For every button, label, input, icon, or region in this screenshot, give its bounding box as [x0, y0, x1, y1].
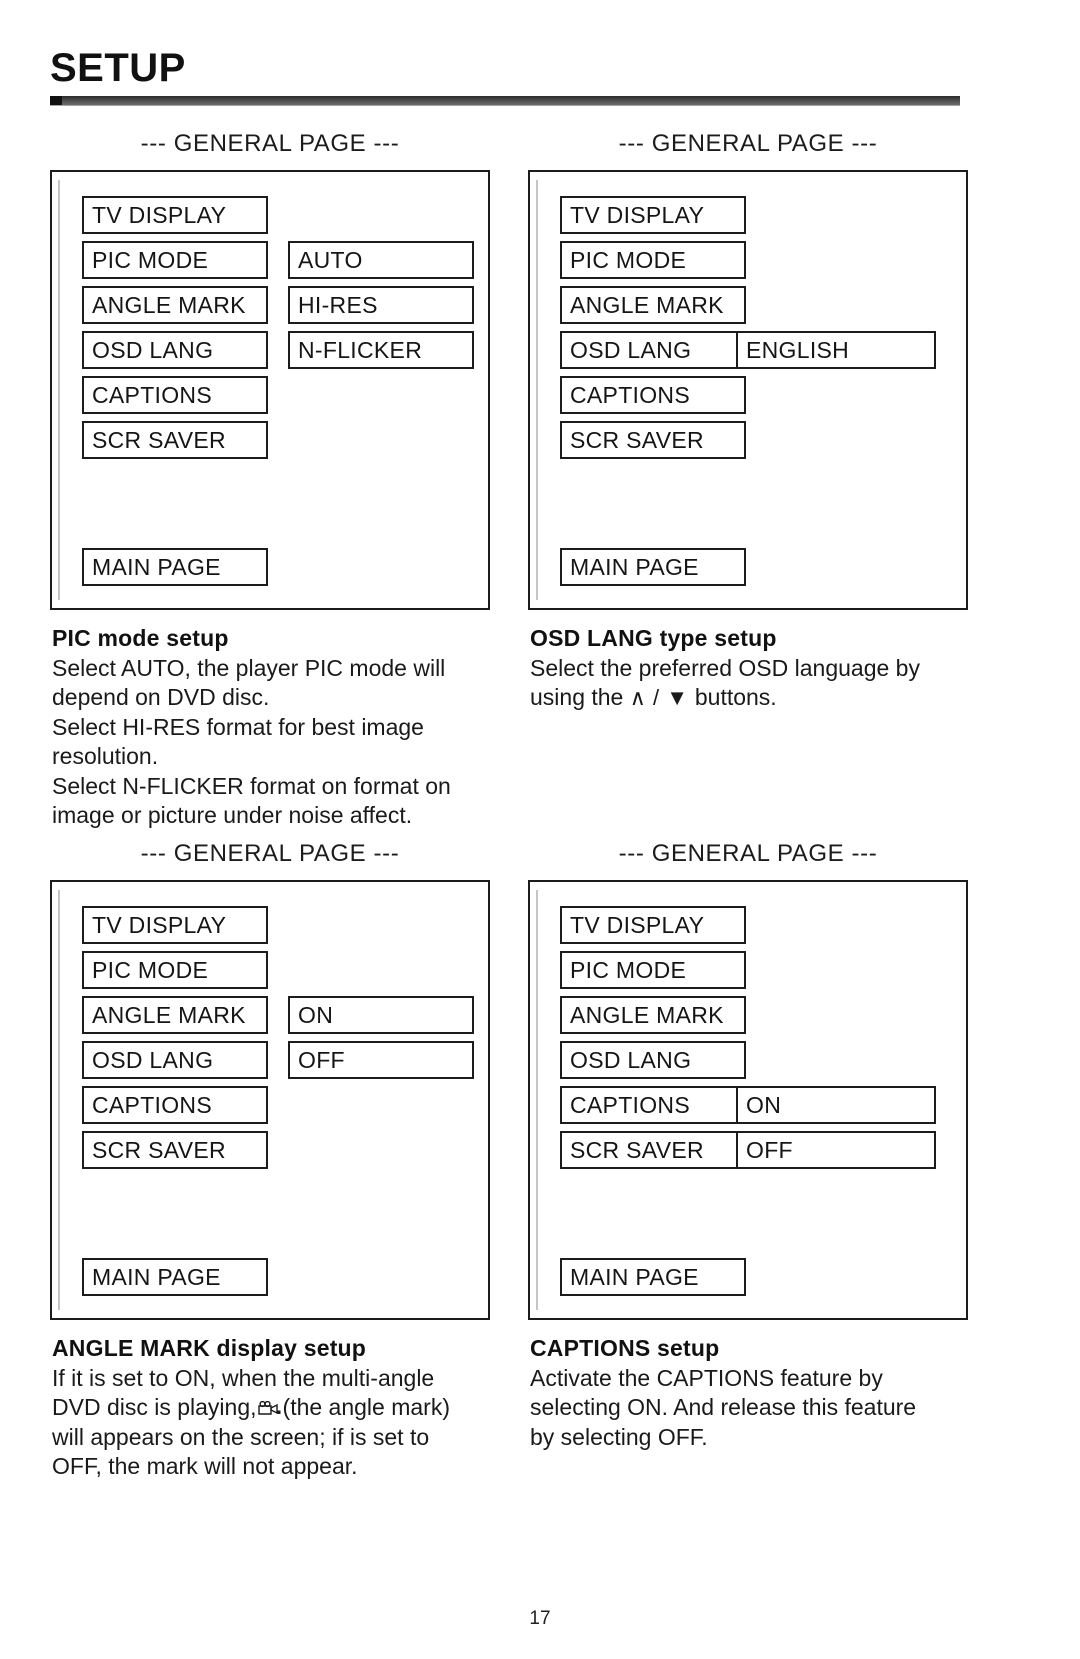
option-on[interactable]: ON	[736, 1086, 936, 1124]
menu-item-captions[interactable]: CAPTIONS	[82, 376, 268, 414]
option-on[interactable]: ON	[288, 996, 474, 1034]
menu-item-angle-mark[interactable]: ANGLE MARK	[82, 996, 268, 1034]
menu-item-pic-mode[interactable]: PIC MODE	[560, 241, 746, 279]
figure-pic-mode: --- GENERAL PAGE --- TV DISPLAY PIC MODE…	[50, 130, 490, 610]
option-off[interactable]: OFF	[288, 1041, 474, 1079]
description-line: resolution.	[52, 743, 159, 770]
description-title: OSD LANG type setup	[530, 625, 777, 651]
angle-mark-camera-icon	[257, 1395, 283, 1416]
osd-menu-list: TV DISPLAY PIC MODE ANGLE MARK OSD LANG …	[82, 196, 268, 459]
description-line: DVD disc is playing, (the angle mark)	[52, 1393, 492, 1422]
description-line: by selecting OFF.	[530, 1423, 708, 1450]
menu-item-tv-display[interactable]: TV DISPLAY	[82, 906, 268, 944]
main-page-button[interactable]: MAIN PAGE	[82, 1258, 268, 1296]
description-body: Activate the CAPTIONS feature by selecti…	[530, 1364, 970, 1452]
figure-caption: --- GENERAL PAGE ---	[618, 130, 878, 157]
description-line: Select the preferred OSD language by	[530, 655, 920, 681]
description-line: Select AUTO, the player PIC mode will	[52, 655, 446, 681]
figure-caption: --- GENERAL PAGE ---	[140, 130, 400, 157]
description-body: Select AUTO, the player PIC mode will de…	[52, 654, 492, 831]
figure-captions: --- GENERAL PAGE --- TV DISPLAY PIC MODE…	[528, 840, 968, 1320]
updown-arrow-icon: ∧ / ▼	[629, 685, 689, 711]
description-osd-lang: OSD LANG type setup Select the preferred…	[530, 625, 970, 713]
figure-caption: --- GENERAL PAGE ---	[140, 840, 400, 867]
description-captions: CAPTIONS setup Activate the CAPTIONS fea…	[530, 1335, 970, 1452]
description-line: image or picture under noise affect.	[52, 802, 413, 829]
main-page-button[interactable]: MAIN PAGE	[82, 548, 268, 586]
osd-menu-list: TV DISPLAY PIC MODE ANGLE MARK OSD LANG …	[82, 906, 268, 1169]
osd-option-list: AUTO HI-RES N-FLICKER	[288, 241, 474, 369]
page-number: 17	[529, 1608, 551, 1629]
option-english[interactable]: ENGLISH	[736, 331, 936, 369]
menu-item-angle-mark[interactable]: ANGLE MARK	[82, 286, 268, 324]
description-line: depend on DVD disc.	[52, 684, 270, 711]
main-page-button[interactable]: MAIN PAGE	[560, 548, 746, 586]
title-divider	[50, 96, 960, 105]
description-line: will appears on the screen; if is set to	[52, 1423, 430, 1450]
menu-item-pic-mode[interactable]: PIC MODE	[82, 241, 268, 279]
description-line: using the ∧ / ▼ buttons.	[530, 683, 970, 712]
description-line: If it is set to ON, when the multi-angle	[52, 1365, 435, 1391]
menu-item-captions[interactable]: CAPTIONS	[560, 376, 746, 414]
description-text: buttons.	[688, 684, 777, 711]
main-page-button[interactable]: MAIN PAGE	[560, 1258, 746, 1296]
menu-item-tv-display[interactable]: TV DISPLAY	[560, 196, 746, 234]
menu-item-scr-saver[interactable]: SCR SAVER	[560, 1131, 746, 1169]
menu-item-captions[interactable]: CAPTIONS	[82, 1086, 268, 1124]
menu-item-pic-mode[interactable]: PIC MODE	[560, 951, 746, 989]
option-auto[interactable]: AUTO	[288, 241, 474, 279]
menu-item-tv-display[interactable]: TV DISPLAY	[82, 196, 268, 234]
menu-item-captions[interactable]: CAPTIONS	[560, 1086, 746, 1124]
page-header: SETUP	[50, 46, 970, 105]
description-pic-mode: PIC mode setup Select AUTO, the player P…	[52, 625, 492, 831]
menu-item-osd-lang[interactable]: OSD LANG	[560, 1041, 746, 1079]
menu-item-scr-saver[interactable]: SCR SAVER	[560, 421, 746, 459]
menu-item-osd-lang[interactable]: OSD LANG	[560, 331, 746, 369]
menu-item-scr-saver[interactable]: SCR SAVER	[82, 421, 268, 459]
description-title: ANGLE MARK display setup	[52, 1335, 367, 1361]
description-body: Select the preferred OSD language by usi…	[530, 654, 970, 713]
description-line: selecting ON. And release this feature	[530, 1394, 917, 1421]
description-text: using the	[530, 684, 630, 711]
menu-item-scr-saver[interactable]: SCR SAVER	[82, 1131, 268, 1169]
figure-caption: --- GENERAL PAGE ---	[618, 840, 878, 867]
figure-angle-mark: --- GENERAL PAGE --- TV DISPLAY PIC MODE…	[50, 840, 490, 1320]
description-text: (the angle mark)	[282, 1394, 450, 1421]
menu-item-osd-lang[interactable]: OSD LANG	[82, 1041, 268, 1079]
osd-screen-captions: TV DISPLAY PIC MODE ANGLE MARK OSD LANG …	[528, 880, 968, 1320]
option-n-flicker[interactable]: N-FLICKER	[288, 331, 474, 369]
menu-item-pic-mode[interactable]: PIC MODE	[82, 951, 268, 989]
description-text: DVD disc is playing,	[52, 1394, 257, 1421]
osd-option-list: ENGLISH	[736, 331, 936, 369]
osd-menu-list: TV DISPLAY PIC MODE ANGLE MARK OSD LANG …	[560, 906, 746, 1169]
page-title: SETUP	[50, 46, 186, 90]
osd-option-list: ON OFF	[288, 996, 474, 1079]
osd-screen-osd-lang: TV DISPLAY PIC MODE ANGLE MARK OSD LANG …	[528, 170, 968, 610]
osd-screen-angle-mark: TV DISPLAY PIC MODE ANGLE MARK OSD LANG …	[50, 880, 490, 1320]
osd-menu-list: TV DISPLAY PIC MODE ANGLE MARK OSD LANG …	[560, 196, 746, 459]
description-line: Activate the CAPTIONS feature by	[530, 1365, 883, 1391]
description-angle-mark: ANGLE MARK display setup If it is set to…	[52, 1335, 492, 1482]
menu-item-angle-mark[interactable]: ANGLE MARK	[560, 996, 746, 1034]
description-title: PIC mode setup	[52, 625, 229, 651]
description-line: OFF, the mark will not appear.	[52, 1453, 358, 1480]
osd-screen-pic-mode: TV DISPLAY PIC MODE ANGLE MARK OSD LANG …	[50, 170, 490, 610]
option-hi-res[interactable]: HI-RES	[288, 286, 474, 324]
menu-item-tv-display[interactable]: TV DISPLAY	[560, 906, 746, 944]
description-line: Select HI-RES format for best image	[52, 713, 424, 740]
description-title: CAPTIONS setup	[530, 1335, 720, 1361]
option-off[interactable]: OFF	[736, 1131, 936, 1169]
figure-osd-lang: --- GENERAL PAGE --- TV DISPLAY PIC MODE…	[528, 130, 968, 610]
osd-option-list: ON OFF	[736, 1086, 936, 1169]
description-body: If it is set to ON, when the multi-angle…	[52, 1364, 492, 1482]
menu-item-angle-mark[interactable]: ANGLE MARK	[560, 286, 746, 324]
menu-item-osd-lang[interactable]: OSD LANG	[82, 331, 268, 369]
description-line: Select N-FLICKER format on format on	[52, 772, 451, 799]
